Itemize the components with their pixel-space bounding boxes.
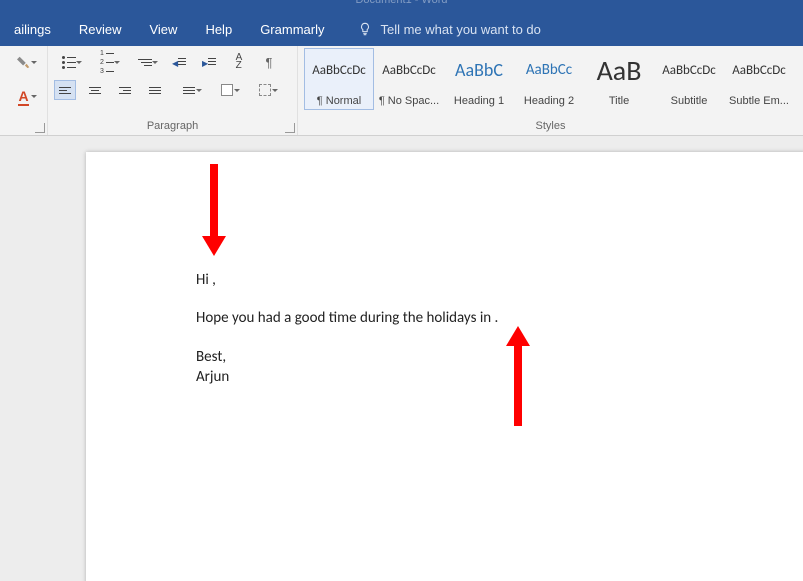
style-preview: AaBbCcDc <box>662 53 716 87</box>
style-item-3[interactable]: AaBbCc Heading 2 <box>514 48 584 110</box>
align-center-icon <box>89 85 101 96</box>
style-preview: AaBbCcDc <box>732 53 786 87</box>
sort-button[interactable]: AZ <box>228 52 250 72</box>
decrease-indent-icon: ◀ <box>172 56 186 68</box>
group-styles: AaBbCcDc¶ NormalAaBbCcDc¶ No Spac...AaBb… <box>298 46 803 135</box>
decrease-indent-button[interactable]: ◀ <box>168 52 190 72</box>
annotation-arrow-up <box>514 342 522 426</box>
increase-indent-button[interactable]: ▶ <box>198 52 220 72</box>
multilevel-list-button[interactable] <box>130 52 160 72</box>
line-spacing-button[interactable] <box>174 80 204 100</box>
style-name-label: Subtitle <box>671 95 708 107</box>
style-item-4[interactable]: AaB Title <box>584 48 654 110</box>
sort-icon: AZ <box>236 54 243 70</box>
ribbon: A 1 2 3 <box>0 46 803 136</box>
style-name-label: Subtle Em... <box>729 95 789 107</box>
style-preview: AaBbCc <box>526 53 572 87</box>
align-left-icon <box>59 85 71 96</box>
style-name-label: Title <box>609 95 629 107</box>
lightbulb-icon <box>358 22 372 36</box>
format-painter-button[interactable] <box>9 52 39 72</box>
style-name-label: ¶ Normal <box>317 95 361 107</box>
borders-icon <box>259 84 271 96</box>
ribbon-tabs: ailings Review View Help Grammarly Tell … <box>0 12 803 46</box>
shading-icon <box>221 84 233 96</box>
brush-icon <box>17 55 31 69</box>
align-center-button[interactable] <box>84 80 106 100</box>
dialog-launcher-icon[interactable] <box>35 123 45 133</box>
align-left-button[interactable] <box>54 80 76 100</box>
dialog-launcher-icon[interactable] <box>285 123 295 133</box>
group-clipboard-fragment: A <box>0 46 48 135</box>
group-paragraph-label: Paragraph <box>48 119 297 135</box>
align-right-button[interactable] <box>114 80 136 100</box>
style-preview: AaBbCcDc <box>312 53 366 87</box>
font-color-button[interactable]: A <box>9 86 39 106</box>
bullets-icon <box>62 56 76 69</box>
tell-me-label: Tell me what you want to do <box>380 22 540 37</box>
justify-button[interactable] <box>144 80 166 100</box>
style-name-label: ¶ No Spac... <box>379 95 439 107</box>
line-spacing-icon <box>183 85 195 96</box>
shading-button[interactable] <box>212 80 242 100</box>
style-item-1[interactable]: AaBbCcDc ¶ No Spac... <box>374 48 444 110</box>
annotation-arrow-down <box>210 164 218 240</box>
group-clipboard-label <box>0 119 47 135</box>
numbering-icon: 1 2 3 <box>100 50 114 75</box>
page[interactable]: Hi , Hope you had a good time during the… <box>86 152 803 581</box>
pilcrow-icon: ¶ <box>266 55 273 70</box>
tab-mailings[interactable]: ailings <box>0 12 65 46</box>
numbering-button[interactable]: 1 2 3 <box>92 52 122 72</box>
tab-grammarly[interactable]: Grammarly <box>246 12 338 46</box>
borders-button[interactable] <box>250 80 280 100</box>
document-body[interactable]: Hi , Hope you had a good time during the… <box>196 270 803 387</box>
font-color-icon: A <box>18 88 28 104</box>
bullets-button[interactable] <box>54 52 84 72</box>
doc-line-body[interactable]: Hope you had a good time during the holi… <box>196 308 803 328</box>
show-marks-button[interactable]: ¶ <box>258 52 280 72</box>
doc-line-signoff[interactable]: Best, <box>196 347 803 367</box>
group-styles-label: Styles <box>298 119 803 135</box>
doc-line-greeting[interactable]: Hi , <box>196 270 803 290</box>
increase-indent-icon: ▶ <box>202 56 216 68</box>
title-bar: Document1 - Word <box>0 0 803 12</box>
style-preview: AaB <box>597 53 642 87</box>
style-name-label: Heading 1 <box>454 95 504 107</box>
style-name-label: Heading 2 <box>524 95 574 107</box>
style-preview: AaBbC <box>455 53 503 87</box>
multilevel-icon <box>138 59 152 66</box>
doc-line-name[interactable]: Arjun <box>196 367 803 387</box>
tell-me-search[interactable]: Tell me what you want to do <box>358 22 540 37</box>
style-preview: AaBbCcDc <box>382 53 436 87</box>
style-item-0[interactable]: AaBbCcDc ¶ Normal <box>304 48 374 110</box>
style-item-5[interactable]: AaBbCcDc Subtitle <box>654 48 724 110</box>
tab-help[interactable]: Help <box>191 12 246 46</box>
tab-review[interactable]: Review <box>65 12 136 46</box>
tab-view[interactable]: View <box>135 12 191 46</box>
style-item-2[interactable]: AaBbC Heading 1 <box>444 48 514 110</box>
title-text: Document1 - Word <box>355 0 447 6</box>
justify-icon <box>149 85 161 96</box>
group-paragraph: 1 2 3 ◀ <box>48 46 298 135</box>
style-item-6[interactable]: AaBbCcDc Subtle Em... <box>724 48 794 110</box>
align-right-icon <box>119 85 131 96</box>
document-area[interactable]: Hi , Hope you had a good time during the… <box>0 136 803 581</box>
